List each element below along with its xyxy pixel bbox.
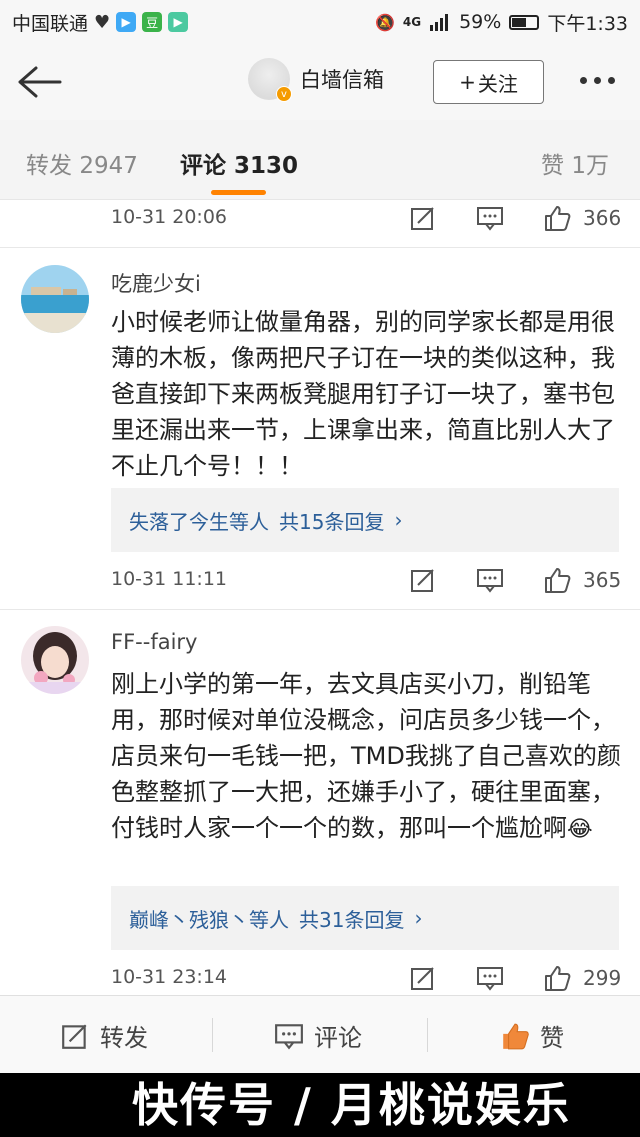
- comment-username[interactable]: 吃鹿少女i: [111, 268, 201, 298]
- divider: [212, 1018, 213, 1052]
- watermark-text: 快传号 / 月桃说娱乐: [132, 1078, 571, 1132]
- like-icon[interactable]: [543, 964, 571, 992]
- comment-icon[interactable]: [476, 566, 504, 594]
- like-icon[interactable]: [543, 566, 571, 594]
- battery-percent: 59%: [459, 11, 502, 33]
- play-icon: ▶: [116, 12, 137, 32]
- clock: 下午1:33: [547, 12, 628, 35]
- plus-icon: +: [459, 70, 476, 94]
- reply-summary[interactable]: 巅峰丶残狼丶等人 共31条回复 ›: [111, 886, 619, 950]
- repost-icon[interactable]: [409, 566, 437, 594]
- comment-icon[interactable]: [476, 204, 504, 232]
- page-title: 白墙信箱: [300, 68, 384, 92]
- comment-time: 10-31 20:06: [111, 206, 228, 228]
- tab-like[interactable]: 赞 1万: [541, 146, 609, 180]
- follow-label: 关注: [477, 71, 518, 96]
- active-tab-indicator: [211, 190, 266, 195]
- chevron-right-icon: ›: [414, 906, 423, 930]
- reply-summary[interactable]: 失落了今生等人 共15条回复 ›: [111, 488, 619, 552]
- like-button[interactable]: 赞: [500, 1018, 564, 1053]
- status-bar: 中国联通 ♥ ▶ 豆 ▶ 🔕 4G 59% 下午1:33: [0, 0, 640, 44]
- tab-repost[interactable]: 转发 2947: [26, 146, 138, 180]
- comment-username[interactable]: FF--fairy: [111, 630, 197, 654]
- video-app-icon: ▶: [168, 12, 189, 32]
- comment-time: 10-31 23:14: [111, 966, 228, 988]
- verified-badge-icon: v: [276, 86, 292, 102]
- avatar[interactable]: v: [248, 58, 292, 102]
- like-count: 299: [583, 966, 622, 990]
- comment-label: 评论: [314, 1024, 362, 1052]
- heart-icon: ♥: [94, 11, 111, 33]
- repost-icon[interactable]: [409, 204, 437, 232]
- divider: [0, 247, 640, 248]
- bottom-action-bar: 转发 评论 赞: [0, 995, 640, 1073]
- more-icon[interactable]: [580, 70, 624, 90]
- network-label: 4G: [402, 15, 422, 29]
- repost-button[interactable]: 转发: [60, 1018, 148, 1053]
- tab-bar: 转发 2947 评论 3130 赞 1万: [0, 120, 640, 200]
- comment-text: 小时候老师让做量角器，别的同学家长都是用很薄的木板，像两把尺子订在一块的类似这种…: [111, 308, 615, 480]
- like-icon: [503, 1023, 529, 1049]
- beach-avatar-image: [21, 265, 89, 333]
- battery-icon: [509, 14, 540, 30]
- avatar[interactable]: [21, 626, 89, 694]
- comment-meta: 10-31 23:14 299: [0, 960, 640, 1000]
- comment-icon: [275, 1023, 303, 1050]
- reply-users: 巅峰丶残狼丶等人: [129, 907, 289, 932]
- like-count: 366: [583, 206, 622, 230]
- comment-meta: 10-31 20:06 366: [0, 200, 640, 240]
- repost-icon: [62, 1024, 87, 1049]
- repost-label: 转发: [100, 1024, 148, 1052]
- comment-time: 10-31 11:11: [111, 568, 228, 590]
- comment-meta: 10-31 11:11 365: [0, 562, 640, 602]
- douban-app-icon: 豆: [142, 12, 163, 32]
- chevron-right-icon: ›: [394, 508, 403, 532]
- repost-icon[interactable]: [409, 964, 437, 992]
- nav-account[interactable]: v 白墙信箱: [248, 58, 384, 102]
- signal-icon: [430, 14, 449, 31]
- reply-count: 共15条回复: [279, 509, 385, 534]
- avatar[interactable]: [21, 265, 89, 333]
- tab-comment[interactable]: 评论 3130: [180, 146, 298, 180]
- mute-icon: 🔕: [374, 12, 395, 32]
- reply-count: 共31条回复: [299, 907, 405, 932]
- comment-text: 刚上小学的第一年，去文具店买小刀，削铅笔用，那时候对单位没概念，问店员多少钱一个…: [111, 670, 621, 842]
- reply-users: 失落了今生等人: [129, 509, 269, 534]
- like-icon[interactable]: [543, 204, 571, 232]
- comment-icon[interactable]: [476, 964, 504, 992]
- like-label: 赞: [540, 1024, 564, 1052]
- crying-laughing-emoji-icon: 😂: [567, 817, 593, 842]
- nav-bar: v 白墙信箱 + 关注: [0, 44, 640, 120]
- carrier-label: 中国联通: [12, 12, 89, 35]
- like-count: 365: [583, 568, 622, 592]
- girl-avatar-image: [21, 626, 89, 694]
- divider: [0, 609, 640, 610]
- follow-button[interactable]: + 关注: [433, 60, 544, 104]
- watermark-banner: 快传号 / 月桃说娱乐: [0, 1073, 640, 1137]
- back-arrow-icon[interactable]: [14, 62, 64, 102]
- comment-button[interactable]: 评论: [274, 1018, 362, 1053]
- divider: [427, 1018, 428, 1052]
